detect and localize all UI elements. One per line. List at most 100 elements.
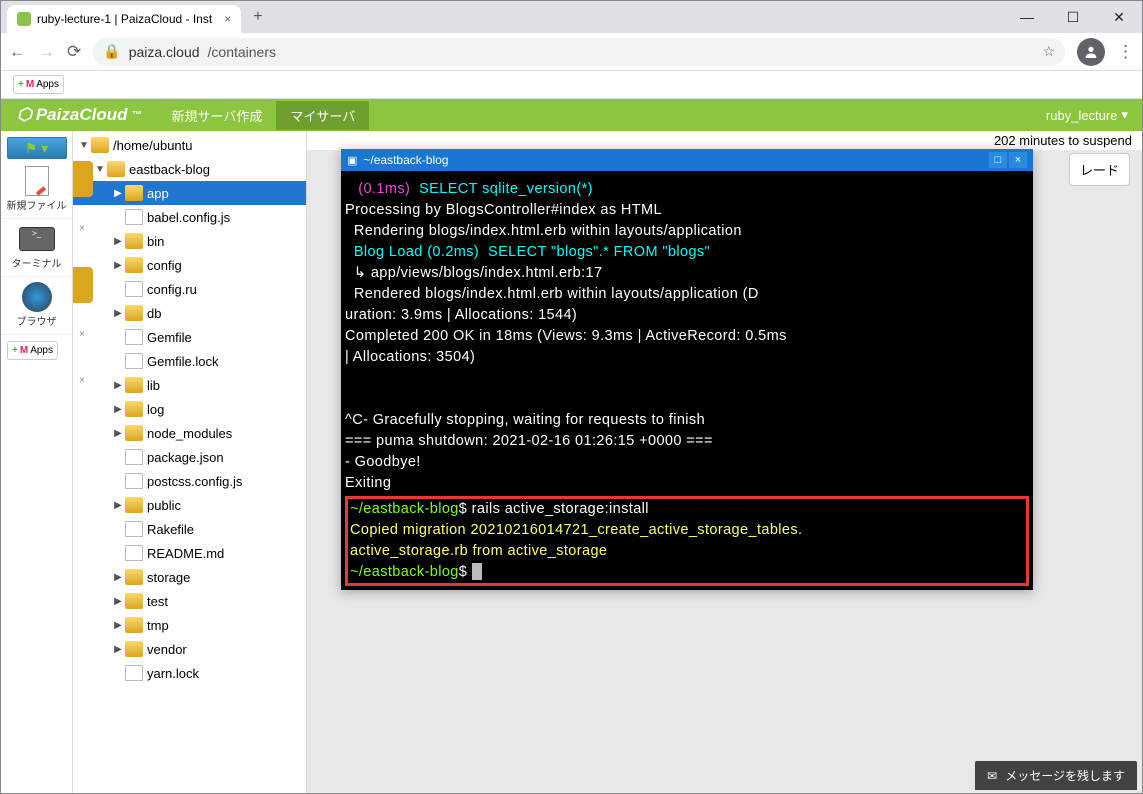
terminal-body[interactable]: (0.1ms) SELECT sqlite_version(*)Processi… bbox=[341, 171, 1033, 590]
tree-item-config-ru[interactable]: config.ru bbox=[73, 277, 306, 301]
tree-item-label: node_modules bbox=[147, 426, 232, 441]
content-area: 202 minutes to suspend レード ▣ ~/eastback-… bbox=[307, 131, 1142, 793]
tab-close-icon[interactable]: × bbox=[224, 12, 231, 26]
tree-item-node-modules[interactable]: ▶node_modules bbox=[73, 421, 306, 445]
user-menu[interactable]: ruby_lecture ▾ bbox=[1032, 107, 1142, 123]
tree-item-babel-config-js[interactable]: babel.config.js bbox=[73, 205, 306, 229]
new-server-button[interactable]: 新規サーバ作成 bbox=[157, 101, 276, 130]
profile-avatar[interactable] bbox=[1077, 38, 1105, 66]
tree-item-label: package.json bbox=[147, 450, 224, 465]
browser-navbar: ← → ⟳ 🔒 paiza.cloud/containers ☆ ⋮ bbox=[1, 33, 1142, 71]
url-host: paiza.cloud bbox=[129, 44, 200, 60]
terminal-button[interactable]: ターミナル bbox=[1, 219, 72, 277]
apps-bookmark[interactable]: + M Apps bbox=[13, 75, 64, 94]
side-tab-3-close[interactable]: × bbox=[75, 375, 89, 389]
tree-item-lib[interactable]: ▶lib bbox=[73, 373, 306, 397]
side-tab-2[interactable] bbox=[73, 267, 93, 303]
tree-item-label: yarn.lock bbox=[147, 666, 199, 681]
terminal-line: Exiting bbox=[345, 473, 1029, 494]
browser-tab[interactable]: ruby-lecture-1 | PaizaCloud - Inst × bbox=[7, 5, 241, 33]
terminal-titlebar[interactable]: ▣ ~/eastback-blog □ × bbox=[341, 149, 1033, 171]
tree-item-app[interactable]: ▶app bbox=[73, 181, 306, 205]
new-file-button[interactable]: 新規ファイル bbox=[1, 161, 72, 219]
cube-icon: ⬡ bbox=[17, 105, 32, 125]
back-button[interactable]: ← bbox=[9, 42, 26, 62]
tree-item-eastback-blog[interactable]: ▼eastback-blog bbox=[73, 157, 306, 181]
tree-root[interactable]: ▼ /home/ubuntu bbox=[73, 133, 306, 157]
tree-item-rakefile[interactable]: Rakefile bbox=[73, 517, 306, 541]
browser-button[interactable]: ブラウザ bbox=[1, 277, 72, 335]
terminal-line: ↳ app/views/blogs/index.html.erb:17 bbox=[345, 263, 1029, 284]
tree-item-public[interactable]: ▶public bbox=[73, 493, 306, 517]
tree-item-tmp[interactable]: ▶tmp bbox=[73, 613, 306, 637]
message-bar[interactable]: ✉ メッセージを残します bbox=[975, 761, 1137, 790]
upgrade-button[interactable]: レード bbox=[1069, 153, 1130, 186]
tree-item-storage[interactable]: ▶storage bbox=[73, 565, 306, 589]
terminal-line: ^C- Gracefully stopping, waiting for req… bbox=[345, 410, 1029, 431]
tree-item-postcss-config-js[interactable]: postcss.config.js bbox=[73, 469, 306, 493]
paizacloud-logo[interactable]: ⬡ PaizaCloud™ bbox=[1, 105, 157, 125]
terminal-line: uration: 3.9ms | Allocations: 1544) bbox=[345, 305, 1029, 326]
tree-item-label: Gemfile.lock bbox=[147, 354, 219, 369]
folder-icon bbox=[125, 305, 143, 321]
apps-button[interactable]: + M Apps bbox=[7, 341, 58, 360]
tab-title: ruby-lecture-1 | PaizaCloud - Inst bbox=[37, 12, 212, 26]
tree-item-bin[interactable]: ▶bin bbox=[73, 229, 306, 253]
forward-button[interactable]: → bbox=[38, 42, 55, 62]
tree-item-label: log bbox=[147, 402, 164, 417]
url-path: /containers bbox=[208, 44, 276, 60]
caret-down-icon: ▾ bbox=[1121, 107, 1128, 123]
terminal-line: === puma shutdown: 2021-02-16 01:26:15 +… bbox=[345, 431, 1029, 452]
file-icon bbox=[125, 281, 143, 297]
side-tab-1[interactable] bbox=[73, 161, 93, 197]
bookmark-bar: + M Apps bbox=[1, 71, 1142, 99]
tree-item-readme-md[interactable]: README.md bbox=[73, 541, 306, 565]
tree-item-package-json[interactable]: package.json bbox=[73, 445, 306, 469]
terminal-maximize-button[interactable]: □ bbox=[989, 152, 1007, 168]
folder-icon bbox=[125, 569, 143, 585]
tree-item-test[interactable]: ▶test bbox=[73, 589, 306, 613]
terminal-close-button[interactable]: × bbox=[1009, 152, 1027, 168]
tree-item-yarn-lock[interactable]: yarn.lock bbox=[73, 661, 306, 685]
paizacloud-header: ⬡ PaizaCloud™ 新規サーバ作成 マイサーバ ruby_lecture… bbox=[1, 99, 1142, 131]
tree-item-vendor[interactable]: ▶vendor bbox=[73, 637, 306, 661]
terminal-line: ~/eastback-blog$ rails active_storage:in… bbox=[350, 499, 1024, 520]
new-tab-button[interactable]: + bbox=[253, 8, 262, 26]
tree-item-log[interactable]: ▶log bbox=[73, 397, 306, 421]
plus-icon: + bbox=[12, 345, 18, 356]
file-icon bbox=[125, 521, 143, 537]
folder-icon bbox=[107, 161, 125, 177]
bookmark-star-icon[interactable]: ☆ bbox=[1042, 43, 1055, 60]
window-maximize-button[interactable]: ☐ bbox=[1050, 1, 1096, 33]
tree-item-label: storage bbox=[147, 570, 190, 585]
my-server-button[interactable]: マイサーバ bbox=[276, 101, 369, 130]
window-minimize-button[interactable]: — bbox=[1004, 1, 1050, 33]
tree-item-label: bin bbox=[147, 234, 164, 249]
arrow-right-icon: ▶ bbox=[111, 380, 125, 391]
arrow-right-icon: ▶ bbox=[111, 308, 125, 319]
tree-item-label: README.md bbox=[147, 546, 224, 561]
file-icon bbox=[125, 473, 143, 489]
tree-item-label: public bbox=[147, 498, 181, 513]
address-bar[interactable]: 🔒 paiza.cloud/containers ☆ bbox=[93, 38, 1065, 66]
side-tab-2-close[interactable]: × bbox=[75, 329, 89, 343]
folder-icon bbox=[125, 185, 143, 201]
tree-item-gemfile[interactable]: Gemfile bbox=[73, 325, 306, 349]
terminal-icon bbox=[19, 227, 55, 251]
folder-icon bbox=[125, 257, 143, 273]
terminal-line bbox=[345, 389, 1029, 410]
tree-item-gemfile-lock[interactable]: Gemfile.lock bbox=[73, 349, 306, 373]
window-close-button[interactable]: ✕ bbox=[1096, 1, 1142, 33]
file-icon bbox=[125, 449, 143, 465]
folder-icon bbox=[125, 377, 143, 393]
tree-item-db[interactable]: ▶db bbox=[73, 301, 306, 325]
flag-button[interactable]: ⚑ ▾ bbox=[7, 137, 67, 159]
reload-button[interactable]: ⟳ bbox=[67, 42, 81, 62]
chrome-menu-button[interactable]: ⋮ bbox=[1117, 42, 1134, 62]
file-icon bbox=[125, 353, 143, 369]
folder-icon bbox=[125, 641, 143, 657]
file-icon bbox=[125, 665, 143, 681]
file-icon bbox=[125, 329, 143, 345]
side-tab-1-close[interactable]: × bbox=[75, 223, 89, 237]
tree-item-config[interactable]: ▶config bbox=[73, 253, 306, 277]
